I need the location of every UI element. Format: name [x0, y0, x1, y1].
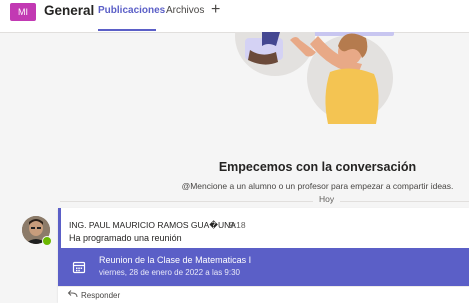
message-author: ING. PAUL MAURICIO RAMOS GUA�UNA	[69, 220, 236, 230]
day-divider-line	[60, 201, 469, 202]
reply-label[interactable]: Responder	[81, 291, 120, 300]
reply-arrow-icon	[67, 289, 78, 301]
day-divider-label: Hoy	[313, 194, 341, 204]
empty-state-subtitle: @Mencione a un alumno o un profesor para…	[181, 181, 454, 191]
meeting-title: Reunion de la Clase de Matematicas I	[99, 255, 252, 265]
tab-archivos[interactable]: Archivos	[166, 5, 204, 16]
reply-button[interactable]: Responder	[58, 286, 469, 303]
empty-state-illustration	[0, 32, 469, 152]
meeting-card[interactable]: Reunion de la Clase de Matematicas I vie…	[58, 248, 469, 286]
calendar-icon	[72, 261, 86, 274]
tab-publicaciones[interactable]: Publicaciones	[98, 5, 165, 16]
message-text: Ha programado una reunión	[69, 233, 182, 243]
message-timestamp: 9:18	[229, 220, 246, 230]
message-card[interactable]: ING. PAUL MAURICIO RAMOS GUA�UNA 9:18 Ha…	[58, 208, 469, 303]
add-tab-button[interactable]: +	[211, 0, 220, 20]
active-tab-indicator	[98, 29, 156, 31]
presence-available-icon	[42, 236, 52, 246]
empty-state-title: Empecemos con la conversación	[218, 160, 417, 174]
channel-header: MI General Publicaciones Archivos +	[0, 0, 469, 33]
meeting-date: viernes, 28 de enero de 2022 a las 9:30	[99, 268, 240, 277]
channel-title: General	[44, 3, 95, 18]
team-avatar[interactable]: MI	[10, 3, 36, 21]
